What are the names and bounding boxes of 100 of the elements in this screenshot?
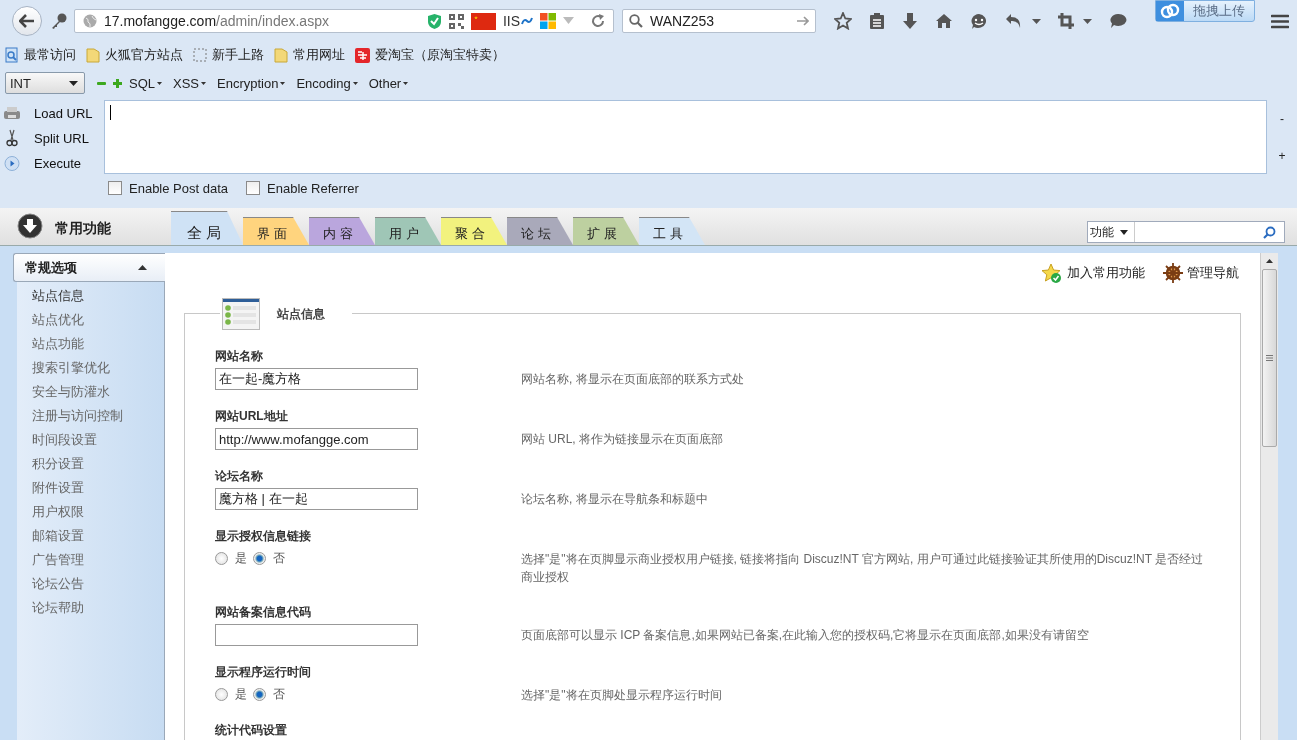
bookmark[interactable]: 爱淘宝（原淘宝特卖）: [355, 46, 505, 64]
field-description: 页面底部可以显示 ICP 备案信息,如果网站已备案,在此输入您的授权码,它将显示在页面底部,如果没有请留空: [521, 627, 1089, 644]
input-field[interactable]: [215, 624, 418, 646]
sidebar-item[interactable]: 论坛公告: [32, 576, 164, 600]
scroll-up-icon[interactable]: [1266, 259, 1273, 263]
field-label: 显示程序运行时间: [215, 664, 312, 681]
radio-label: 否: [273, 550, 285, 567]
section-title: 站点信息: [277, 305, 325, 323]
page-search-icon: [5, 47, 19, 63]
smiley-icon[interactable]: [970, 12, 988, 30]
bookmark[interactable]: 最常访问: [5, 46, 76, 64]
menu-icon[interactable]: [1271, 13, 1289, 29]
search-field[interactable]: WANZ253: [622, 9, 816, 33]
folder-icon: [274, 47, 288, 63]
caret-icon[interactable]: [1083, 18, 1092, 24]
home-icon[interactable]: [935, 13, 953, 29]
server-label[interactable]: IIS: [502, 13, 520, 29]
action-button[interactable]: Split URL: [24, 130, 89, 146]
type-dropdown[interactable]: INT: [5, 72, 85, 94]
key-icon[interactable]: [50, 12, 68, 30]
radio-button[interactable]: [253, 552, 266, 565]
nav-link[interactable]: 加入常用功能: [1041, 260, 1145, 286]
shield-icon[interactable]: [426, 12, 442, 30]
back-button[interactable]: [12, 6, 42, 36]
sidebar-item[interactable]: 站点信息: [32, 288, 164, 312]
scroll-thumb[interactable]: [1262, 269, 1277, 447]
clipboard-icon[interactable]: [869, 12, 885, 30]
bookmark[interactable]: 常用网址: [274, 46, 345, 64]
input-field[interactable]: 在一起-魔方格: [215, 368, 418, 390]
checkbox[interactable]: [108, 181, 122, 195]
sidebar-item[interactable]: 时间段设置: [32, 432, 164, 456]
bookmark[interactable]: 火狐官方站点: [86, 46, 183, 64]
nav-link[interactable]: 管理导航: [1163, 260, 1239, 286]
checkbox-label: Enable Post data: [129, 180, 229, 196]
sidebar-item[interactable]: 站点优化: [32, 312, 164, 336]
radio-button[interactable]: [253, 688, 266, 701]
grip-icon: [1266, 355, 1273, 361]
tab[interactable]: 内 容: [309, 217, 375, 245]
sidebar-item[interactable]: 论坛帮助: [32, 600, 164, 624]
caret-icon[interactable]: [1032, 18, 1041, 24]
qr-code-icon[interactable]: [448, 13, 464, 29]
action-button[interactable]: Load URL: [24, 105, 93, 121]
sidebar-item[interactable]: 用户权限: [32, 504, 164, 528]
resize-control[interactable]: +: [1278, 148, 1286, 163]
sidebar-item[interactable]: 积分设置: [32, 456, 164, 480]
field-description: 选择"是"将在页脚显示商业授权用户链接, 链接将指向 Discuz!NT 官方网站, 用户可通过此链接验证其所使用的Discuz!NT 是否经过商业授权: [521, 551, 1205, 586]
tab[interactable]: 论 坛: [507, 217, 573, 245]
arrow-icon[interactable]: [797, 16, 809, 26]
function-search-field[interactable]: 功能: [1087, 221, 1285, 243]
field-label: 论坛名称: [215, 468, 264, 485]
download-icon[interactable]: [902, 12, 918, 30]
upload-button[interactable]: 拖拽上传: [1155, 0, 1255, 22]
action-button[interactable]: Execute: [24, 155, 81, 171]
checkbox[interactable]: [246, 181, 261, 195]
speech-bubble-icon[interactable]: [1109, 13, 1127, 29]
radio-button[interactable]: [215, 552, 228, 565]
sidebar-item[interactable]: 注册与访问控制: [32, 408, 164, 432]
play-icon: [4, 155, 20, 171]
sidebar-item[interactable]: 邮箱设置: [32, 528, 164, 552]
sidebar-item[interactable]: 广告管理: [32, 552, 164, 576]
sidebar-item[interactable]: 安全与防灌水: [32, 384, 164, 408]
caret-icon: [352, 81, 358, 85]
reload-icon[interactable]: [591, 14, 605, 28]
radio-button[interactable]: [215, 688, 228, 701]
field-label: 网站名称: [215, 348, 264, 365]
sidebar-item[interactable]: 搜索引擎优化: [32, 360, 164, 384]
tab[interactable]: 全 局: [171, 211, 243, 245]
input-field[interactable]: http://www.mofangge.com: [215, 428, 418, 450]
tab[interactable]: 聚 合: [441, 217, 507, 245]
caret-icon: [69, 80, 78, 86]
sidebar-item[interactable]: 附件设置: [32, 480, 164, 504]
menu-item[interactable]: Encryption: [217, 75, 286, 91]
search-icon[interactable]: [1263, 225, 1276, 239]
back-arrow-icon: [19, 14, 35, 28]
bookmark[interactable]: 新手上路: [193, 46, 264, 64]
menu-item[interactable]: Other: [368, 75, 409, 91]
tab[interactable]: 扩 展: [573, 217, 639, 245]
sidebar-item[interactable]: 站点功能: [32, 336, 164, 360]
radio-label: 是: [235, 686, 247, 703]
tab[interactable]: 工 具: [639, 217, 705, 245]
undo-icon[interactable]: [1005, 13, 1023, 29]
field-label: 网站备案信息代码: [215, 604, 312, 621]
search-icon: [629, 14, 643, 28]
menu-item[interactable]: Encoding: [296, 75, 358, 91]
windows-logo-icon[interactable]: [540, 13, 556, 29]
crop-icon[interactable]: [1058, 13, 1074, 29]
tab[interactable]: 用 户: [375, 217, 441, 245]
address-field[interactable]: 17.mofangge.com/admin/index.aspx IIS: [74, 9, 614, 33]
resize-control[interactable]: -: [1280, 111, 1284, 126]
flag-icon[interactable]: [470, 12, 496, 30]
radio-label: 是: [235, 550, 247, 567]
sidebar-header[interactable]: 常规选项: [13, 253, 165, 282]
menu-item[interactable]: SQL: [129, 75, 162, 91]
field-label: 网站URL地址: [215, 408, 289, 425]
star-icon[interactable]: [834, 12, 852, 30]
input-field[interactable]: 魔方格 | 在一起: [215, 488, 418, 510]
tab[interactable]: 界 面: [243, 217, 309, 245]
field-label: 显示授权信息链接: [215, 528, 312, 545]
quick-menu-label[interactable]: 常用功能: [55, 220, 111, 238]
menu-item[interactable]: XSS: [173, 75, 207, 91]
